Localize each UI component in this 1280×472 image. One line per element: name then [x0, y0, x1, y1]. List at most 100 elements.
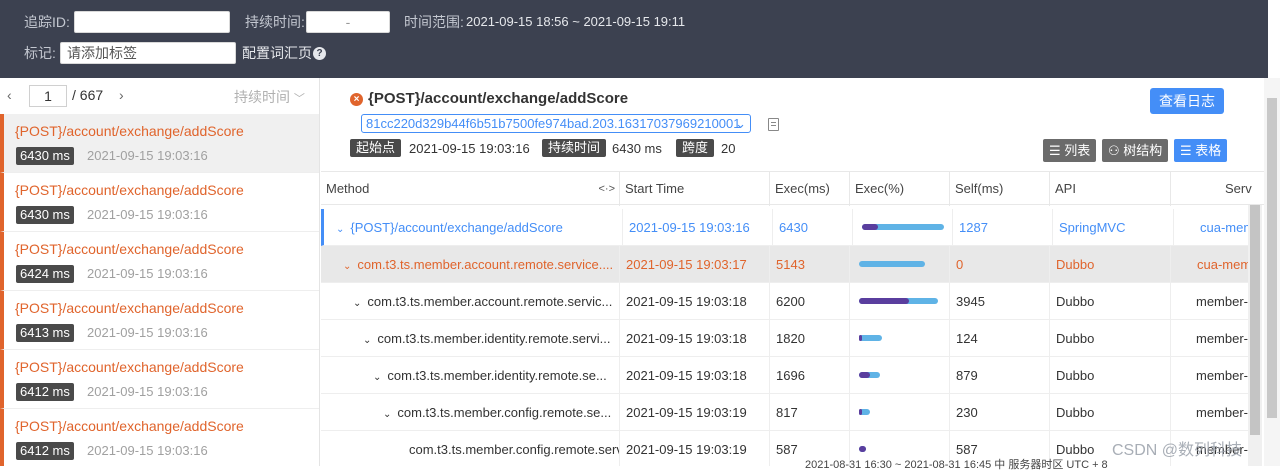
start-value: 2021-09-15 19:03:16	[409, 141, 530, 156]
trace-item-title: {POST}/account/exchange/addScore	[15, 300, 244, 316]
start-time: 2021-09-15 19:03:18	[626, 331, 747, 346]
col-start-time[interactable]: Start Time	[620, 172, 770, 206]
trace-item-time: 2021-09-15 19:03:16	[87, 443, 208, 458]
service-name: member-	[1196, 405, 1249, 420]
exec-bar-self	[859, 372, 870, 378]
tags-input[interactable]: 请添加标签	[60, 42, 236, 64]
cell-exec-ms: 1696	[770, 357, 850, 394]
cell-api: Dubbo	[1050, 394, 1171, 431]
trace-item-time: 2021-09-15 19:03:16	[87, 207, 208, 222]
cell-exec-pct	[850, 320, 950, 357]
sort-dropdown[interactable]: 持续时间 ﹀	[234, 87, 305, 107]
trace-list-panel: ‹ 1 / 667 › 持续时间 ﹀ {POST}/account/exchan…	[0, 78, 320, 466]
trace-id-input[interactable]	[74, 11, 230, 33]
copy-icon[interactable]	[768, 118, 779, 131]
table-row[interactable]: ⌄ com.t3.ts.member.account.remote.servic.…	[321, 283, 1268, 320]
table-row[interactable]: com.t3.ts.member.config.remote.serv... 20…	[321, 431, 1268, 466]
trace-list-item[interactable]: {POST}/account/exchange/addScore 6430 ms 2…	[0, 114, 319, 173]
table-row[interactable]: ⌄ com.t3.ts.member.account.remote.service…	[321, 246, 1268, 283]
table-scrollbar[interactable]	[1248, 205, 1262, 466]
view-log-button[interactable]: 查看日志	[1150, 88, 1224, 114]
config-vocab-link[interactable]: 配置词汇页	[242, 42, 312, 64]
exec-bar	[862, 224, 944, 230]
start-time: 2021-09-15 19:03:16	[629, 220, 750, 235]
chevron-down-icon[interactable]: ⌄	[336, 211, 344, 246]
exec-bar	[859, 261, 941, 267]
chevron-down-icon[interactable]: ⌄	[353, 285, 361, 320]
table-row[interactable]: ⌄ com.t3.ts.member.identity.remote.servi.…	[321, 320, 1268, 357]
cell-method: ⌄ com.t3.ts.member.account.remote.service…	[321, 246, 620, 283]
chevron-down-icon[interactable]: ⌄	[383, 396, 391, 431]
page-number-input[interactable]: 1	[29, 85, 67, 107]
chevron-down-icon[interactable]: ⌄	[373, 359, 381, 394]
trace-list-item[interactable]: {POST}/account/exchange/addScore 6424 ms 2…	[0, 232, 319, 291]
exec-bar	[859, 298, 941, 304]
exec-ms: 587	[776, 442, 798, 457]
trace-item-duration: 6430 ms	[16, 147, 74, 165]
cell-start-time: 2021-09-15 19:03:19	[620, 394, 770, 431]
exec-bar-self	[859, 409, 862, 415]
table-row[interactable]: ⌄ com.t3.ts.member.identity.remote.se... 2…	[321, 357, 1268, 394]
list-view-button[interactable]: ☰ 列表	[1043, 139, 1097, 162]
api-name: SpringMVC	[1059, 220, 1126, 235]
table-row[interactable]: ⌄ {POST}/account/exchange/addScore 2021-09…	[321, 209, 1254, 246]
chevron-down-icon[interactable]: ⌄	[363, 322, 371, 357]
chevron-down-icon: ﹀	[293, 93, 305, 105]
trace-title: {POST}/account/exchange/addScore	[368, 90, 629, 107]
trace-id-select[interactable]: 81cc220d329b44f6b51b7500fe974bad.203.163…	[361, 114, 751, 133]
self-ms: 0	[956, 257, 964, 272]
start-time: 2021-09-15 19:03:19	[626, 442, 747, 457]
table-view-button[interactable]: ☰ 表格	[1174, 139, 1228, 162]
trace-item-time: 2021-09-15 19:03:16	[87, 148, 208, 163]
prev-page-icon[interactable]: ‹	[7, 87, 12, 103]
cell-exec-pct	[853, 209, 953, 246]
trace-item-duration: 6424 ms	[16, 265, 74, 283]
duration-input[interactable]: -	[306, 11, 390, 33]
cell-method: ⌄ com.t3.ts.member.config.remote.se...	[321, 394, 620, 431]
filter-bar: 追踪ID: 持续时间: - 时间范围: 2021-09-15 18:56 ~ 2…	[0, 0, 1268, 78]
help-icon[interactable]: ?	[313, 47, 326, 60]
col-method[interactable]: Method <·>	[321, 172, 620, 206]
col-exec-pct[interactable]: Exec(%)	[850, 172, 950, 206]
trace-list-item[interactable]: {POST}/account/exchange/addScore 6430 ms 2…	[0, 173, 319, 232]
col-service[interactable]: Serv	[1171, 172, 1268, 206]
time-range-value[interactable]: 2021-09-15 18:56 ~ 2021-09-15 19:11	[466, 11, 685, 33]
exec-ms: 1820	[776, 331, 805, 346]
tree-view-button[interactable]: ⚇ 树结构	[1102, 139, 1169, 162]
trace-item-title: {POST}/account/exchange/addScore	[15, 123, 244, 139]
chevron-down-icon: ⌄	[735, 116, 746, 131]
col-exec-ms[interactable]: Exec(ms)	[770, 172, 850, 206]
cell-exec-ms: 6200	[770, 283, 850, 320]
method-name: com.t3.ts.member.identity.remote.se...	[387, 368, 607, 383]
cell-api: Dubbo	[1050, 283, 1171, 320]
scroll-thumb[interactable]	[1250, 205, 1260, 435]
cell-self-ms: 3945	[950, 283, 1050, 320]
start-tag: 起始点	[350, 139, 402, 157]
page-scroll-thumb[interactable]	[1267, 98, 1277, 418]
exec-bar	[859, 372, 941, 378]
exec-ms: 6200	[776, 294, 805, 309]
trace-list-item[interactable]: {POST}/account/exchange/addScore 6412 ms 2…	[0, 409, 319, 466]
resize-icon[interactable]: <·>	[598, 172, 615, 206]
col-api[interactable]: API	[1050, 172, 1171, 206]
exec-bar-self	[859, 298, 909, 304]
page-scrollbar[interactable]	[1264, 78, 1280, 466]
trace-item-time: 2021-09-15 19:03:16	[87, 384, 208, 399]
trace-item-duration: 6412 ms	[16, 383, 74, 401]
cell-exec-pct	[850, 283, 950, 320]
table-header: Method <·> Start Time Exec(ms) Exec(%) S…	[321, 171, 1268, 206]
trace-list-item[interactable]: {POST}/account/exchange/addScore 6413 ms 2…	[0, 291, 319, 350]
start-time: 2021-09-15 19:03:18	[626, 368, 747, 383]
span-value: 20	[721, 141, 736, 156]
api-name: Dubbo	[1056, 257, 1095, 272]
cell-method: ⌄ com.t3.ts.member.account.remote.servic.…	[321, 283, 620, 320]
col-self-ms[interactable]: Self(ms)	[950, 172, 1050, 206]
table-row[interactable]: ⌄ com.t3.ts.member.config.remote.se... 202…	[321, 394, 1268, 431]
service-name: member-	[1196, 331, 1249, 346]
cell-exec-pct	[850, 246, 950, 283]
api-name: Dubbo	[1056, 368, 1095, 383]
cell-method: ⌄ com.t3.ts.member.identity.remote.servi.…	[321, 320, 620, 357]
trace-list-item[interactable]: {POST}/account/exchange/addScore 6412 ms 2…	[0, 350, 319, 409]
chevron-down-icon[interactable]: ⌄	[343, 248, 351, 283]
next-page-icon[interactable]: ›	[119, 87, 124, 103]
